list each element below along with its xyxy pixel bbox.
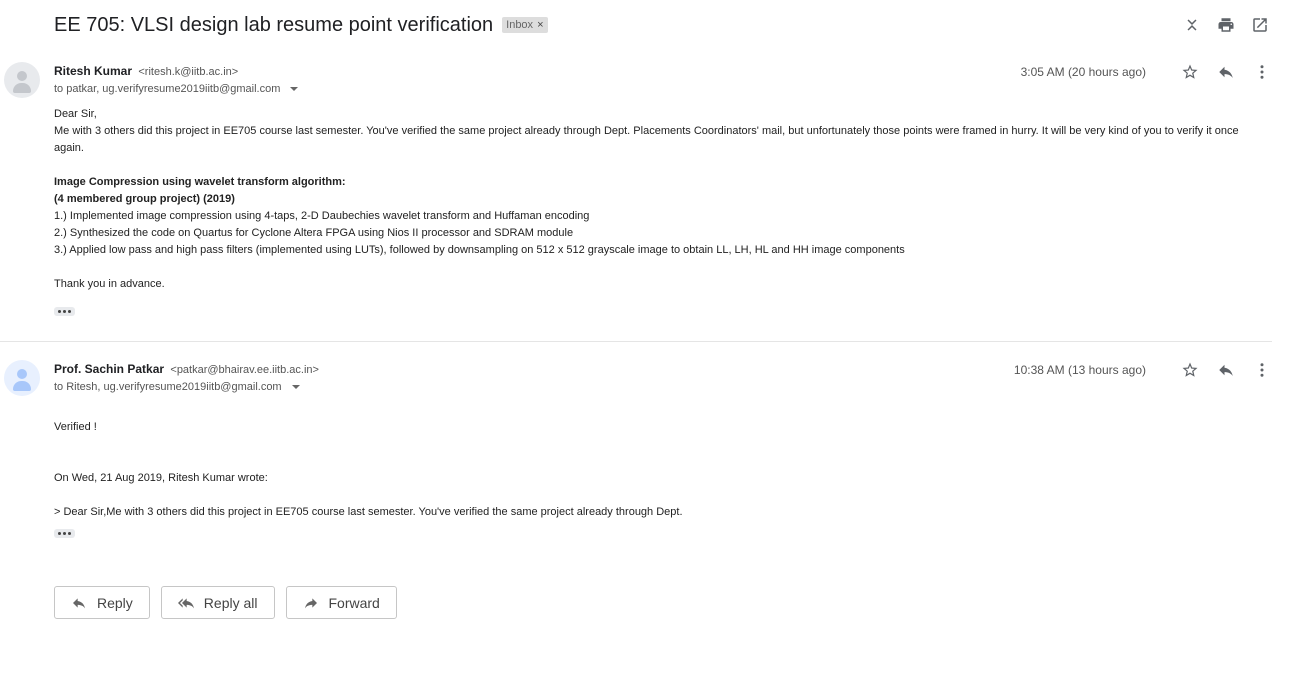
recipients-line: to Ritesh, ug.verifyresume2019iitb@gmail… [54, 381, 300, 393]
recipients-text: to patkar, ug.verifyresume2019iitb@gmail… [54, 83, 281, 95]
collapse-all-icon[interactable] [1182, 15, 1202, 35]
reply-all-button[interactable]: Reply all [160, 586, 275, 619]
recipients-line: to patkar, ug.verifyresume2019iitb@gmail… [54, 83, 299, 95]
forward-button-label: Forward [328, 594, 380, 611]
body-text: Verified ! [54, 421, 97, 433]
project-group: (4 membered group project) (2019) [54, 193, 235, 205]
sender-line: Prof. Sachin Patkar <patkar@bhairav.ee.i… [54, 362, 319, 376]
message-body: Verified ! On Wed, 21 Aug 2019, Ritesh K… [54, 419, 1254, 544]
message-time: 3:05 AM (20 hours ago) [1020, 65, 1146, 79]
message-time: 10:38 AM (13 hours ago) [1013, 363, 1146, 377]
sender-email: <patkar@bhairav.ee.iitb.ac.in> [170, 364, 319, 376]
star-icon[interactable] [1180, 62, 1200, 82]
reply-all-icon [177, 597, 194, 608]
more-options-icon[interactable] [1252, 62, 1272, 82]
reply-icon [73, 597, 85, 608]
reply-icon[interactable] [1216, 62, 1236, 82]
quoted-text: > Dear Sir,Me with 3 others did this pro… [54, 506, 683, 518]
message-patkar: Prof. Sachin Patkar <patkar@bhairav.ee.i… [0, 356, 1272, 556]
reply-icon[interactable] [1216, 360, 1236, 380]
thread-subject: EE 705: VLSI design lab resume point ver… [54, 13, 494, 36]
remove-label-button[interactable]: × [537, 19, 543, 31]
project-point: 2.) Synthesized the code on Quartus for … [54, 227, 574, 239]
recipients-text: to Ritesh, ug.verifyresume2019iitb@gmail… [54, 381, 282, 393]
more-options-icon[interactable] [1252, 360, 1272, 380]
body-paragraph: Me with 3 others did this project in EE7… [54, 125, 1239, 154]
quote-header: On Wed, 21 Aug 2019, Ritesh Kumar wrote: [54, 472, 268, 484]
closing: Thank you in advance. [54, 278, 165, 290]
message-meta: 3:05 AM (20 hours ago) [1021, 62, 1272, 82]
message-ritesh: Ritesh Kumar <ritesh.k@iitb.ac.in> to pa… [0, 58, 1272, 342]
show-details-caret-icon[interactable] [290, 87, 299, 91]
message-body: Dear Sir, Me with 3 others did this proj… [54, 106, 1254, 322]
print-icon[interactable] [1216, 15, 1236, 35]
project-point: 3.) Applied low pass and high pass filte… [54, 244, 905, 256]
sender-name[interactable]: Prof. Sachin Patkar [54, 362, 164, 376]
greeting: Dear Sir, [54, 108, 97, 120]
reply-button-label: Reply [97, 594, 133, 611]
star-icon[interactable] [1180, 360, 1200, 380]
thread-subject-row: EE 705: VLSI design lab resume point ver… [54, 12, 548, 38]
show-details-caret-icon[interactable] [291, 385, 300, 389]
open-in-new-window-icon[interactable] [1250, 15, 1270, 35]
avatar [4, 360, 40, 396]
reply-all-button-label: Reply all [203, 594, 258, 611]
sender-name[interactable]: Ritesh Kumar [54, 64, 132, 78]
avatar [4, 62, 40, 98]
project-title: Image Compression using wavelet transfor… [54, 176, 346, 188]
sender-email: <ritesh.k@iitb.ac.in> [138, 66, 239, 78]
sender-line: Ritesh Kumar <ritesh.k@iitb.ac.in> [54, 64, 238, 78]
message-meta: 10:38 AM (13 hours ago) [1014, 360, 1272, 380]
reply-button[interactable]: Reply [54, 586, 150, 619]
thread-toolbar [1182, 15, 1270, 35]
forward-icon [304, 597, 317, 608]
reply-actions: Reply Reply all Forward [54, 586, 397, 619]
inbox-label-text: Inbox [506, 19, 534, 31]
forward-button[interactable]: Forward [285, 586, 397, 619]
show-trimmed-content-button[interactable] [54, 529, 75, 538]
inbox-label-chip: Inbox × [502, 17, 548, 33]
project-point: 1.) Implemented image compression using … [54, 210, 590, 222]
show-trimmed-content-button[interactable] [54, 307, 75, 316]
